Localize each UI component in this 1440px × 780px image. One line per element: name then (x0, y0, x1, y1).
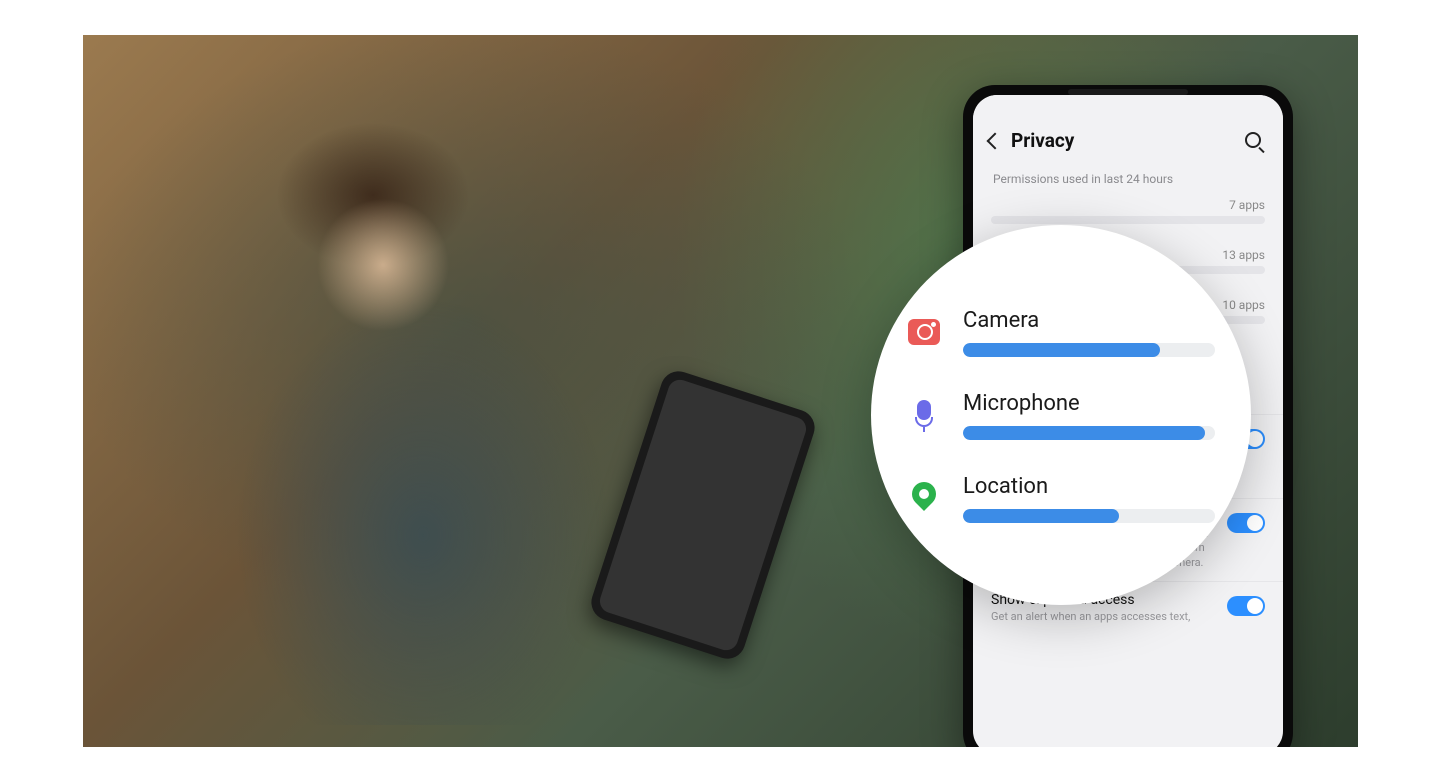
magnified-bar-bg (963, 426, 1215, 440)
microphone-icon (907, 398, 941, 432)
promo-canvas: Privacy Permissions used in last 24 hour… (83, 35, 1358, 747)
screen-header: Privacy (973, 95, 1283, 166)
magnified-label: Microphone (963, 391, 1215, 416)
header-left: Privacy (989, 129, 1074, 152)
magnified-row-location: Location (907, 474, 1215, 523)
permission-count: 7 apps (991, 198, 1265, 212)
camera-icon (907, 315, 941, 349)
magnified-row-microphone: Microphone (907, 391, 1215, 440)
magnified-label: Camera (963, 308, 1215, 333)
magnified-bar-bg (963, 343, 1215, 357)
page-title: Privacy (1011, 129, 1074, 152)
magnified-row-camera: Camera (907, 308, 1215, 357)
permission-bar (991, 216, 1265, 224)
magnified-label: Location (963, 474, 1215, 499)
search-icon[interactable] (1245, 132, 1263, 150)
magnifier-overlay: Camera Microphone (871, 225, 1251, 605)
toggle-switch[interactable] (1227, 596, 1265, 616)
magnified-bar-fill (963, 343, 1160, 357)
section-label: Permissions used in last 24 hours (973, 166, 1283, 194)
magnified-bar-fill (963, 426, 1205, 440)
location-icon (907, 481, 941, 515)
permission-row-camera[interactable]: 7 apps (991, 198, 1265, 224)
toggle-switch[interactable] (1227, 513, 1265, 533)
back-icon[interactable] (987, 132, 1004, 149)
magnified-bar-bg (963, 509, 1215, 523)
magnified-bar-fill (963, 509, 1119, 523)
setting-desc: Get an alert when an apps accesses text, (991, 610, 1215, 625)
